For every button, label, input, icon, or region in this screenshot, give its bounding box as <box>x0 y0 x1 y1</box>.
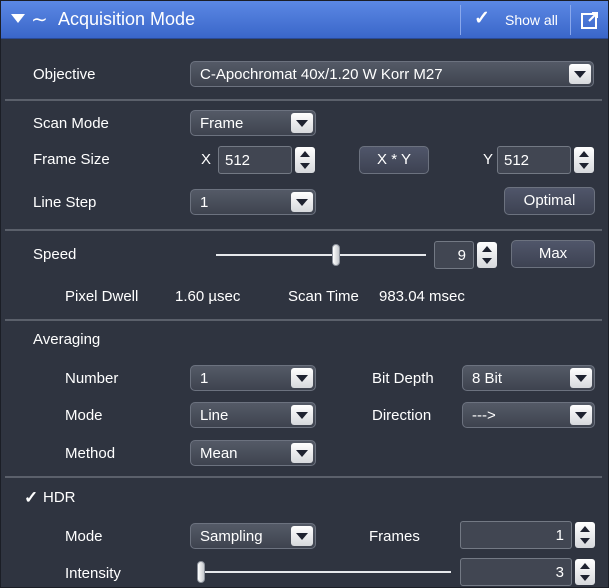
chevron-down-icon[interactable] <box>569 64 591 84</box>
speed-slider-thumb[interactable] <box>331 244 340 266</box>
frame-y-stepper[interactable]: 512 <box>497 146 597 174</box>
speed-value: 9 <box>457 247 466 264</box>
panel-title: Acquisition Mode <box>58 9 196 29</box>
pixel-dwell-value: 1.60 µsec <box>175 288 241 305</box>
stepper-arrows-icon[interactable] <box>574 147 594 173</box>
averaging-method-select[interactable]: Mean <box>190 440 316 466</box>
speed-stepper[interactable]: 9 <box>434 241 500 269</box>
header-divider <box>460 5 461 35</box>
frame-y-input[interactable]: 512 <box>497 146 571 174</box>
chevron-down-icon[interactable] <box>291 443 313 463</box>
frame-y-value: 512 <box>504 152 530 169</box>
line-step-label: Line Step <box>33 194 97 211</box>
averaging-number-value: 1 <box>200 370 209 387</box>
chevron-down-icon[interactable] <box>291 526 313 546</box>
chevron-down-icon[interactable] <box>570 368 592 388</box>
stepper-arrows-icon[interactable] <box>575 559 595 585</box>
section-divider <box>5 99 602 101</box>
hdr-intensity-input[interactable]: 3 <box>460 558 572 586</box>
averaging-number-select[interactable]: 1 <box>190 365 316 391</box>
hdr-frames-stepper[interactable]: 1 <box>460 521 598 549</box>
hdr-mode-value: Sampling <box>200 528 263 545</box>
hdr-frames-value: 1 <box>555 527 564 544</box>
x-times-y-button[interactable]: X * Y <box>359 146 429 174</box>
frame-x-input[interactable]: 512 <box>218 146 292 174</box>
section-divider <box>5 319 602 321</box>
bit-depth-label: Bit Depth <box>372 370 434 387</box>
section-divider <box>5 229 602 231</box>
section-divider <box>5 476 602 478</box>
hdr-label: HDR <box>43 489 76 506</box>
hdr-mode-label: Mode <box>65 528 103 545</box>
hdr-frames-label: Frames <box>369 528 420 545</box>
averaging-method-value: Mean <box>200 445 238 462</box>
speed-input[interactable]: 9 <box>434 241 474 269</box>
scan-mode-label: Scan Mode <box>33 115 109 132</box>
stepper-arrows-icon[interactable] <box>477 242 497 268</box>
averaging-mode-select[interactable]: Line <box>190 402 316 428</box>
objective-value: C-Apochromat 40x/1.20 W Korr M27 <box>200 66 443 83</box>
hdr-intensity-stepper[interactable]: 3 <box>460 558 598 586</box>
hdr-intensity-value: 3 <box>555 564 564 581</box>
chevron-down-icon[interactable] <box>291 368 313 388</box>
stepper-arrows-icon[interactable] <box>575 522 595 548</box>
frame-x-value: 512 <box>225 152 251 169</box>
speed-label: Speed <box>33 246 77 263</box>
averaging-mode-label: Mode <box>65 407 103 424</box>
scan-time-value: 983.04 msec <box>379 288 465 305</box>
checkmark-icon[interactable]: ✓ <box>474 7 490 30</box>
chevron-down-icon[interactable] <box>291 405 313 425</box>
acquisition-mode-panel: ∼ Acquisition Mode ✓ Show all Objective … <box>0 0 609 588</box>
optimal-button[interactable]: Optimal <box>504 187 595 215</box>
frame-x-label: X <box>201 151 212 168</box>
hdr-intensity-label: Intensity <box>65 565 121 582</box>
hdr-frames-input[interactable]: 1 <box>460 521 572 549</box>
averaging-mode-value: Line <box>200 407 229 424</box>
speed-slider-track[interactable] <box>216 254 426 256</box>
header-divider <box>570 5 571 35</box>
averaging-method-label: Method <box>65 445 116 462</box>
averaging-number-label: Number <box>65 370 119 387</box>
intensity-slider-thumb[interactable] <box>197 561 205 583</box>
intensity-slider-track[interactable] <box>199 571 451 573</box>
pixel-dwell-label: Pixel Dwell <box>65 288 139 305</box>
bit-depth-select[interactable]: 8 Bit <box>462 365 595 391</box>
hdr-checkbox[interactable]: ✓ <box>24 489 40 506</box>
frame-y-label: Y <box>483 151 494 168</box>
scan-mode-select[interactable]: Frame <box>190 110 316 136</box>
direction-label: Direction <box>372 407 432 424</box>
frame-x-stepper[interactable]: 512 <box>218 146 318 174</box>
objective-select[interactable]: C-Apochromat 40x/1.20 W Korr M27 <box>190 61 594 87</box>
line-step-value: 1 <box>200 194 209 211</box>
hdr-mode-select[interactable]: Sampling <box>190 523 316 549</box>
scan-mode-value: Frame <box>200 115 244 132</box>
line-step-select[interactable]: 1 <box>190 189 316 215</box>
show-all-label[interactable]: Show all <box>505 12 558 28</box>
chevron-down-icon[interactable] <box>570 405 592 425</box>
direction-select[interactable]: ---> <box>462 402 595 428</box>
chevron-down-icon[interactable] <box>291 192 313 212</box>
frame-size-label: Frame Size <box>33 151 110 168</box>
stepper-arrows-icon[interactable] <box>295 147 315 173</box>
direction-value: ---> <box>472 407 496 424</box>
scan-time-label: Scan Time <box>288 288 359 305</box>
panel-header[interactable]: ∼ Acquisition Mode ✓ Show all <box>1 1 608 39</box>
popout-window-icon[interactable] <box>580 10 600 30</box>
wave-icon: ∼ <box>31 9 48 31</box>
max-speed-button[interactable]: Max <box>511 240 595 268</box>
triangle-down-icon[interactable] <box>11 14 25 23</box>
chevron-down-icon[interactable] <box>291 113 313 133</box>
averaging-label: Averaging <box>33 331 101 348</box>
objective-label: Objective <box>33 66 96 83</box>
bit-depth-value: 8 Bit <box>472 370 503 387</box>
